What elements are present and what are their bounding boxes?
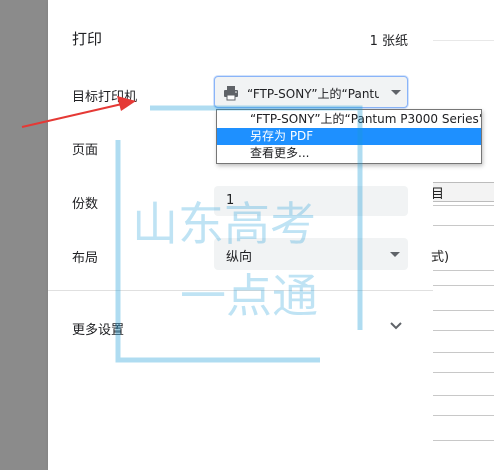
destination-select[interactable]: “FTP-SONY”上的“Pantum P3000 Series” <box>214 76 408 108</box>
layout-value: 纵向 <box>226 250 253 265</box>
preview-table-header: 目 <box>431 182 494 202</box>
preview-row-line <box>433 440 494 441</box>
destination-option[interactable]: “FTP-SONY”上的“Pantum P3000 Series” <box>217 111 481 128</box>
background-overlay <box>0 0 48 470</box>
preview-row-line <box>433 372 494 373</box>
layout-label: 布局 <box>72 251 99 266</box>
preview-row-line <box>433 310 494 311</box>
preview-header-text: 目 <box>431 187 445 202</box>
print-settings-panel <box>48 0 433 470</box>
preview-row-line <box>433 330 494 331</box>
preview-row-line <box>433 205 494 206</box>
chevron-down-icon <box>390 252 400 257</box>
preview-row-line <box>433 225 494 226</box>
section-divider <box>48 290 433 291</box>
chevron-down-icon <box>391 90 401 95</box>
destination-label: 目标打印机 <box>72 90 138 105</box>
destination-option[interactable]: 查看更多... <box>217 145 481 162</box>
destination-value: “FTP-SONY”上的“Pantum P3000 Series” <box>247 87 379 101</box>
preview-text: 式) <box>431 250 450 265</box>
print-preview: 目 式) <box>431 0 494 470</box>
preview-row-line <box>433 270 494 271</box>
preview-row-line <box>433 415 494 416</box>
chevron-down-icon[interactable] <box>388 318 404 334</box>
copies-label: 份数 <box>72 197 99 212</box>
destination-option-selected[interactable]: 另存为 PDF <box>217 128 481 145</box>
preview-row-line <box>433 285 494 286</box>
layout-select[interactable]: 纵向 <box>214 238 408 270</box>
printer-icon <box>224 86 238 101</box>
preview-row-line <box>433 352 494 353</box>
more-settings-label[interactable]: 更多设置 <box>72 319 124 338</box>
destination-dropdown: “FTP-SONY”上的“Pantum P3000 Series” 另存为 PD… <box>216 109 482 164</box>
copies-value: 1 <box>226 193 235 208</box>
page-title: 打印 <box>72 30 103 48</box>
copies-input[interactable]: 1 <box>214 186 408 216</box>
preview-toolbar <box>433 0 494 41</box>
preview-row-line <box>433 395 494 396</box>
pages-label: 页面 <box>72 143 99 158</box>
sheet-count: 1 张纸 <box>369 34 408 49</box>
